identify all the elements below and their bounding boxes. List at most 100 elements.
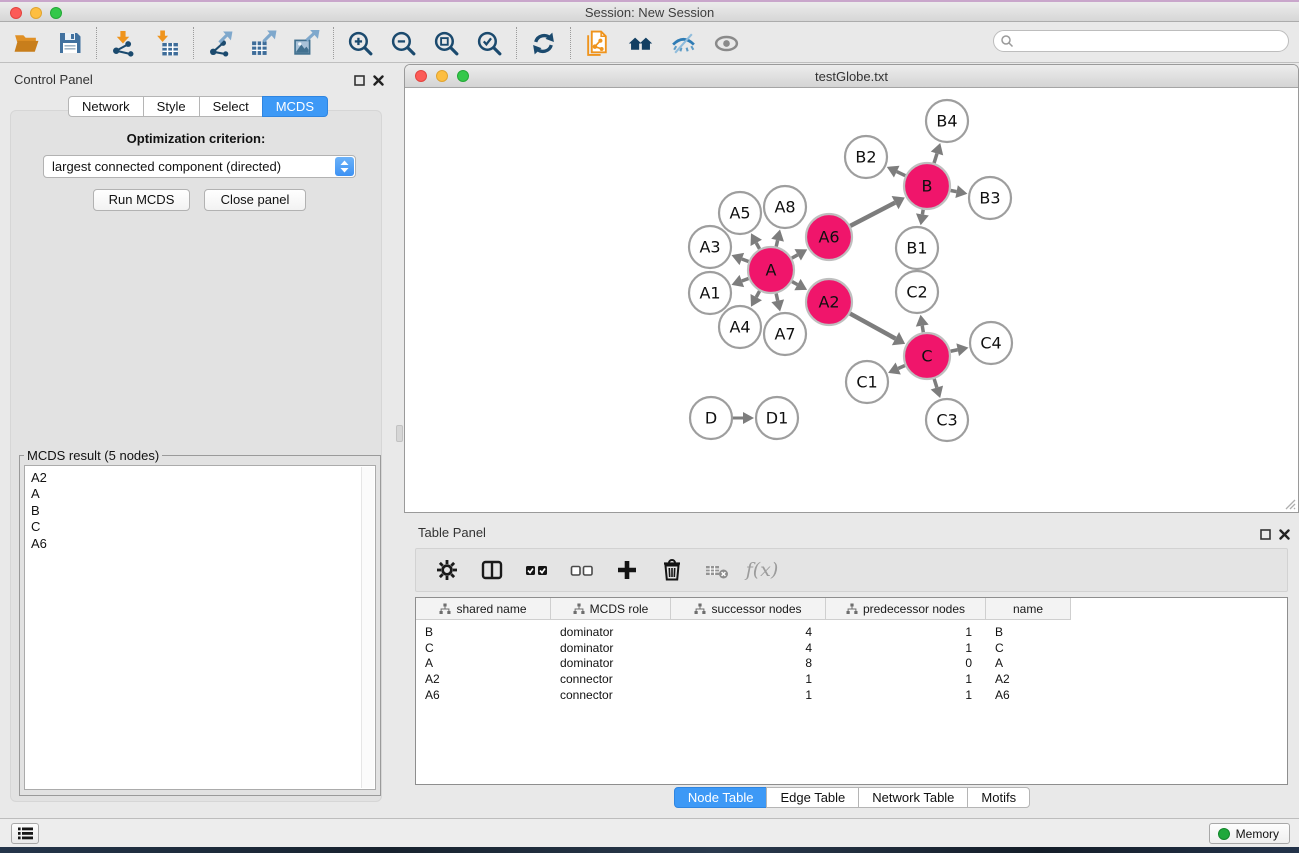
cell-shared-name[interactable]: A [416, 656, 551, 672]
close-panel-icon[interactable] [373, 73, 384, 91]
show-column-icon[interactable] [477, 555, 507, 585]
hide-graphics-details-icon[interactable] [670, 30, 697, 57]
result-item-a2[interactable]: A2 [25, 470, 375, 486]
result-item-a[interactable]: A [25, 486, 375, 502]
column-header-shared-name[interactable]: shared name [416, 598, 551, 620]
zoom-out-icon[interactable] [390, 30, 417, 57]
open-file-icon[interactable] [13, 30, 40, 57]
close-panel-icon[interactable] [1279, 527, 1290, 545]
cell-successor-nodes[interactable]: 1 [671, 672, 826, 688]
zoom-in-icon[interactable] [347, 30, 374, 57]
import-network-icon[interactable] [110, 30, 137, 57]
tab-network-table[interactable]: Network Table [858, 787, 968, 808]
graph-node-label-C3: C3 [936, 411, 957, 430]
tab-mcds[interactable]: MCDS [262, 96, 328, 117]
cell-shared-name[interactable]: B [416, 625, 551, 641]
cell-mcds-role[interactable]: dominator [551, 656, 671, 672]
cell-mcds-role[interactable]: connector [551, 672, 671, 688]
table-row[interactable]: A6connector11A6 [416, 688, 1287, 704]
cell-predecessor-nodes[interactable]: 1 [826, 672, 986, 688]
column-header-mcds-role[interactable]: MCDS role [551, 598, 671, 620]
resize-grip-icon[interactable] [1283, 497, 1296, 510]
graph-node-label-C2: C2 [906, 283, 927, 302]
cell-predecessor-nodes[interactable]: 1 [826, 641, 986, 657]
app-title: Session: New Session [0, 5, 1299, 20]
zoom-selected-icon[interactable] [476, 30, 503, 57]
memory-button[interactable]: Memory [1209, 823, 1290, 844]
run-mcds-button[interactable]: Run MCDS [93, 189, 190, 211]
cell-name[interactable]: B [986, 625, 1071, 641]
graph-node-label-A1: A1 [699, 284, 720, 303]
deselect-all-icon[interactable] [567, 555, 597, 585]
cell-shared-name[interactable]: A6 [416, 688, 551, 704]
edge-arrowhead [743, 412, 754, 424]
cell-successor-nodes[interactable]: 4 [671, 625, 826, 641]
table-row[interactable]: A2connector11A2 [416, 672, 1287, 688]
tab-network[interactable]: Network [68, 96, 144, 117]
graph-node-label-A5: A5 [729, 204, 750, 223]
cell-successor-nodes[interactable]: 1 [671, 688, 826, 704]
cell-successor-nodes[interactable]: 8 [671, 656, 826, 672]
zoom-fit-icon[interactable] [433, 30, 460, 57]
graph-node-label-A7: A7 [774, 325, 795, 344]
export-table-icon[interactable] [250, 30, 277, 57]
export-image-icon[interactable] [293, 30, 320, 57]
graph-edge-B-B2 [897, 172, 906, 176]
result-scrollbar[interactable] [361, 467, 374, 788]
cell-name[interactable]: A6 [986, 688, 1071, 704]
home-icon[interactable] [627, 30, 654, 57]
network-canvas[interactable]: B4B2BB3A5A8A6A3B1AA1C2A2A4A7C4CC1C3DD1 [406, 88, 1297, 511]
save-session-icon[interactable] [56, 30, 83, 57]
cell-name[interactable]: A [986, 656, 1071, 672]
cell-mcds-role[interactable]: dominator [551, 641, 671, 657]
add-entry-icon[interactable] [612, 555, 642, 585]
tab-node-table[interactable]: Node Table [674, 787, 768, 808]
panel-splitter-grip[interactable] [396, 425, 403, 442]
graph-node-label-C1: C1 [856, 373, 877, 392]
float-panel-icon[interactable] [1260, 527, 1271, 545]
cell-predecessor-nodes[interactable]: 1 [826, 625, 986, 641]
table-row[interactable]: Cdominator41C [416, 641, 1287, 657]
close-panel-button[interactable]: Close panel [204, 189, 306, 211]
tab-motifs[interactable]: Motifs [967, 787, 1030, 808]
column-header-name[interactable]: name [986, 598, 1071, 620]
table-row[interactable]: Adominator80A [416, 656, 1287, 672]
control-panel-tabs: NetworkStyleSelectMCDS [6, 96, 390, 117]
column-header-predecessor-nodes[interactable]: predecessor nodes [826, 598, 986, 620]
cell-shared-name[interactable]: C [416, 641, 551, 657]
function-builder-icon[interactable]: f(x) [747, 555, 777, 585]
optimization-criterion-select[interactable]: largest connected component (directed) [43, 155, 356, 178]
cell-predecessor-nodes[interactable]: 1 [826, 688, 986, 704]
task-history-button[interactable] [11, 823, 39, 844]
graph-edge-C-C3 [934, 379, 937, 388]
cell-mcds-role[interactable]: connector [551, 688, 671, 704]
tab-style[interactable]: Style [143, 96, 200, 117]
select-all-icon[interactable] [522, 555, 552, 585]
cell-predecessor-nodes[interactable]: 0 [826, 656, 986, 672]
cell-name[interactable]: C [986, 641, 1071, 657]
graph-node-label-A3: A3 [699, 238, 720, 257]
search-input[interactable] [1014, 32, 1288, 50]
table-row[interactable]: Bdominator41B [416, 625, 1287, 641]
result-item-c[interactable]: C [25, 519, 375, 535]
node-table: shared nameMCDS rolesuccessor nodesprede… [415, 597, 1288, 785]
import-table-icon[interactable] [153, 30, 180, 57]
cell-mcds-role[interactable]: dominator [551, 625, 671, 641]
table-settings-gear-icon[interactable] [432, 555, 462, 585]
cell-successor-nodes[interactable]: 4 [671, 641, 826, 657]
column-header-successor-nodes[interactable]: successor nodes [671, 598, 826, 620]
delete-entry-icon[interactable] [657, 555, 687, 585]
tab-select[interactable]: Select [199, 96, 263, 117]
delete-table-icon[interactable] [702, 555, 732, 585]
export-network-icon[interactable] [207, 30, 234, 57]
cell-name[interactable]: A2 [986, 672, 1071, 688]
show-graphics-details-icon[interactable] [713, 30, 740, 57]
cell-shared-name[interactable]: A2 [416, 672, 551, 688]
graph-edge-A2-C [850, 314, 895, 339]
tab-edge-table[interactable]: Edge Table [766, 787, 859, 808]
result-item-a6[interactable]: A6 [25, 536, 375, 552]
apply-layout-icon[interactable] [530, 30, 557, 57]
result-item-b[interactable]: B [25, 503, 375, 519]
float-panel-icon[interactable] [354, 73, 365, 91]
new-network-from-file-icon[interactable] [584, 30, 611, 57]
